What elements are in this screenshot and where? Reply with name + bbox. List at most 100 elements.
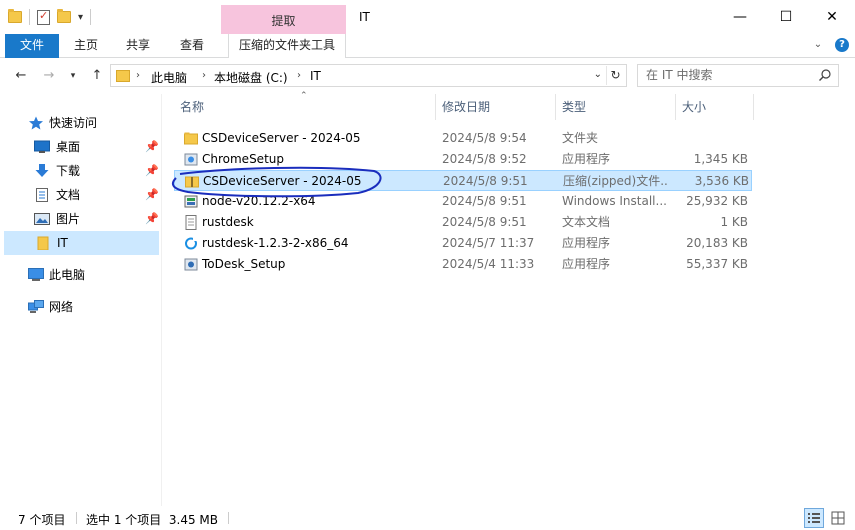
address-bar[interactable]: › 此电脑 › 本地磁盘 (C:) › IT ⌄ ↻	[110, 64, 627, 87]
file-date: 2024/5/4 11:33	[442, 257, 535, 271]
divider	[90, 9, 92, 25]
tab-share[interactable]: 共享	[118, 34, 158, 58]
maximize-button[interactable]: ☐	[763, 0, 809, 34]
forward-arrow-icon[interactable]: →	[40, 68, 58, 83]
file-row[interactable]: ToDesk_Setup 2024/5/4 11:33 应用程序 55,337 …	[174, 254, 752, 275]
file-name: node-v20.12.2-x64	[202, 194, 316, 208]
context-tab-header: 提取	[221, 5, 346, 34]
file-name: rustdesk	[202, 215, 254, 229]
search-input[interactable]	[646, 68, 816, 82]
file-row[interactable]: CSDeviceServer - 2024-05 2024/5/8 9:51 压…	[174, 170, 752, 191]
navigation-pane: 快速访问 桌面 📌 下载 📌 文档 📌 图片 📌 IT 此电脑 网络	[0, 94, 162, 506]
star-icon	[29, 116, 43, 130]
search-box[interactable]	[637, 64, 839, 87]
file-size: 20,183 KB	[686, 236, 748, 250]
sidebar-item-label: 图片	[56, 212, 81, 226]
sidebar-item-this-pc[interactable]: 此电脑	[28, 264, 158, 286]
file-date: 2024/5/8 9:54	[442, 131, 527, 145]
large-icons-view-button[interactable]	[828, 508, 848, 528]
file-size: 1,345 KB	[693, 152, 748, 166]
new-folder-icon[interactable]	[57, 9, 71, 23]
document-icon	[36, 188, 48, 202]
file-type: 应用程序	[562, 152, 611, 166]
search-icon[interactable]	[818, 68, 832, 82]
minimize-button[interactable]: —	[717, 0, 763, 34]
file-name: rustdesk-1.2.3-2-x86_64	[202, 236, 349, 250]
sidebar-item-network[interactable]: 网络	[28, 296, 158, 318]
sidebar-item-it[interactable]: IT	[4, 231, 159, 255]
pin-icon[interactable]: 📌	[145, 164, 159, 178]
details-view-icon	[808, 513, 820, 523]
pin-icon[interactable]: 📌	[145, 140, 159, 154]
sidebar-item-documents[interactable]: 文档	[32, 184, 162, 206]
file-row[interactable]: ChromeSetup 2024/5/8 9:52 应用程序 1,345 KB	[174, 149, 752, 170]
chevron-down-icon[interactable]: ⌄	[811, 38, 825, 52]
sidebar-item-downloads[interactable]: 下载	[32, 160, 162, 182]
breadcrumb-it[interactable]: IT	[310, 69, 321, 83]
window-title: IT	[359, 10, 370, 24]
address-history-icon[interactable]: ⌄	[594, 69, 602, 80]
file-name: ChromeSetup	[202, 152, 284, 166]
zip-folder-icon	[185, 176, 199, 188]
customize-toolbar-icon[interactable]: ▾	[78, 12, 83, 23]
sidebar-item-label: 快速访问	[49, 116, 98, 130]
properties-icon[interactable]	[37, 9, 50, 25]
divider	[76, 512, 77, 524]
file-type: 文本文档	[562, 215, 611, 229]
details-view-button[interactable]	[804, 508, 824, 528]
file-type: 压缩(zipped)文件...	[563, 174, 667, 188]
help-icon[interactable]: ?	[835, 38, 849, 52]
up-arrow-icon[interactable]: ↑	[88, 68, 106, 83]
file-date: 2024/5/8 9:51	[443, 174, 528, 188]
close-button[interactable]: ✕	[809, 0, 855, 34]
file-name: ToDesk_Setup	[202, 257, 286, 271]
file-row[interactable]: rustdesk 2024/5/8 9:51 文本文档 1 KB	[174, 212, 752, 233]
column-header-type[interactable]: 类型	[556, 94, 676, 120]
file-row[interactable]: node-v20.12.2-x64 2024/5/8 9:51 Windows …	[174, 191, 752, 212]
tab-compressed-folder-tools[interactable]: 压缩的文件夹工具	[228, 34, 346, 59]
ribbon: 文件 主页 共享 查看 压缩的文件夹工具 ⌄ ?	[0, 34, 855, 59]
msi-icon	[184, 195, 198, 208]
divider	[29, 9, 30, 25]
pin-icon[interactable]: 📌	[145, 212, 159, 226]
status-bar: 7 个项目 选中 1 个项目 3.45 MB	[0, 506, 855, 530]
desktop-icon	[34, 140, 50, 153]
sidebar-item-label: 下载	[56, 164, 81, 178]
file-type: 文件夹	[562, 131, 599, 145]
selection-info: 选中 1 个项目 3.45 MB	[86, 513, 219, 527]
file-date: 2024/5/7 11:37	[442, 236, 535, 250]
file-size: 1 KB	[720, 215, 748, 229]
column-header-size[interactable]: 大小	[676, 94, 754, 120]
sidebar-item-quick-access[interactable]: 快速访问	[28, 112, 158, 134]
file-row[interactable]: rustdesk-1.2.3-2-x86_64 2024/5/7 11:37 应…	[174, 233, 752, 254]
breadcrumb-this-pc[interactable]: 此电脑	[151, 69, 187, 86]
breadcrumb-separator[interactable]: ›	[136, 70, 140, 81]
navigation-bar: ← → ▾ ↑ › 此电脑 › 本地磁盘 (C:) › IT ⌄ ↻	[0, 58, 855, 94]
tab-home[interactable]: 主页	[66, 34, 106, 58]
folder-icon	[184, 132, 198, 145]
file-size: 25,932 KB	[686, 194, 748, 208]
tab-file[interactable]: 文件	[5, 34, 59, 58]
breadcrumb-local-disk[interactable]: 本地磁盘 (C:)	[214, 69, 288, 86]
folder-icon[interactable]	[8, 9, 22, 23]
breadcrumb-separator[interactable]: ›	[202, 70, 206, 81]
folder-icon	[37, 236, 49, 250]
recent-locations-icon[interactable]: ▾	[64, 71, 82, 81]
computer-icon	[28, 268, 44, 281]
sidebar-item-label: 此电脑	[49, 268, 86, 282]
tab-view[interactable]: 查看	[172, 34, 212, 58]
column-header-date[interactable]: 修改日期	[436, 94, 556, 120]
sidebar-item-pictures[interactable]: 图片	[32, 208, 162, 230]
picture-icon	[34, 213, 50, 225]
item-count: 7 个项目	[18, 513, 66, 527]
file-size: 55,337 KB	[686, 257, 748, 271]
divider	[228, 512, 229, 524]
sidebar-item-desktop[interactable]: 桌面	[32, 136, 162, 158]
sidebar-item-label: IT	[57, 236, 68, 250]
file-row[interactable]: CSDeviceServer - 2024-05 2024/5/8 9:54 文…	[174, 128, 752, 149]
pin-icon[interactable]: 📌	[145, 188, 159, 202]
text-file-icon	[185, 215, 197, 230]
breadcrumb-separator[interactable]: ›	[297, 70, 301, 81]
refresh-icon[interactable]: ↻	[606, 66, 624, 85]
back-arrow-icon[interactable]: ←	[12, 68, 30, 83]
